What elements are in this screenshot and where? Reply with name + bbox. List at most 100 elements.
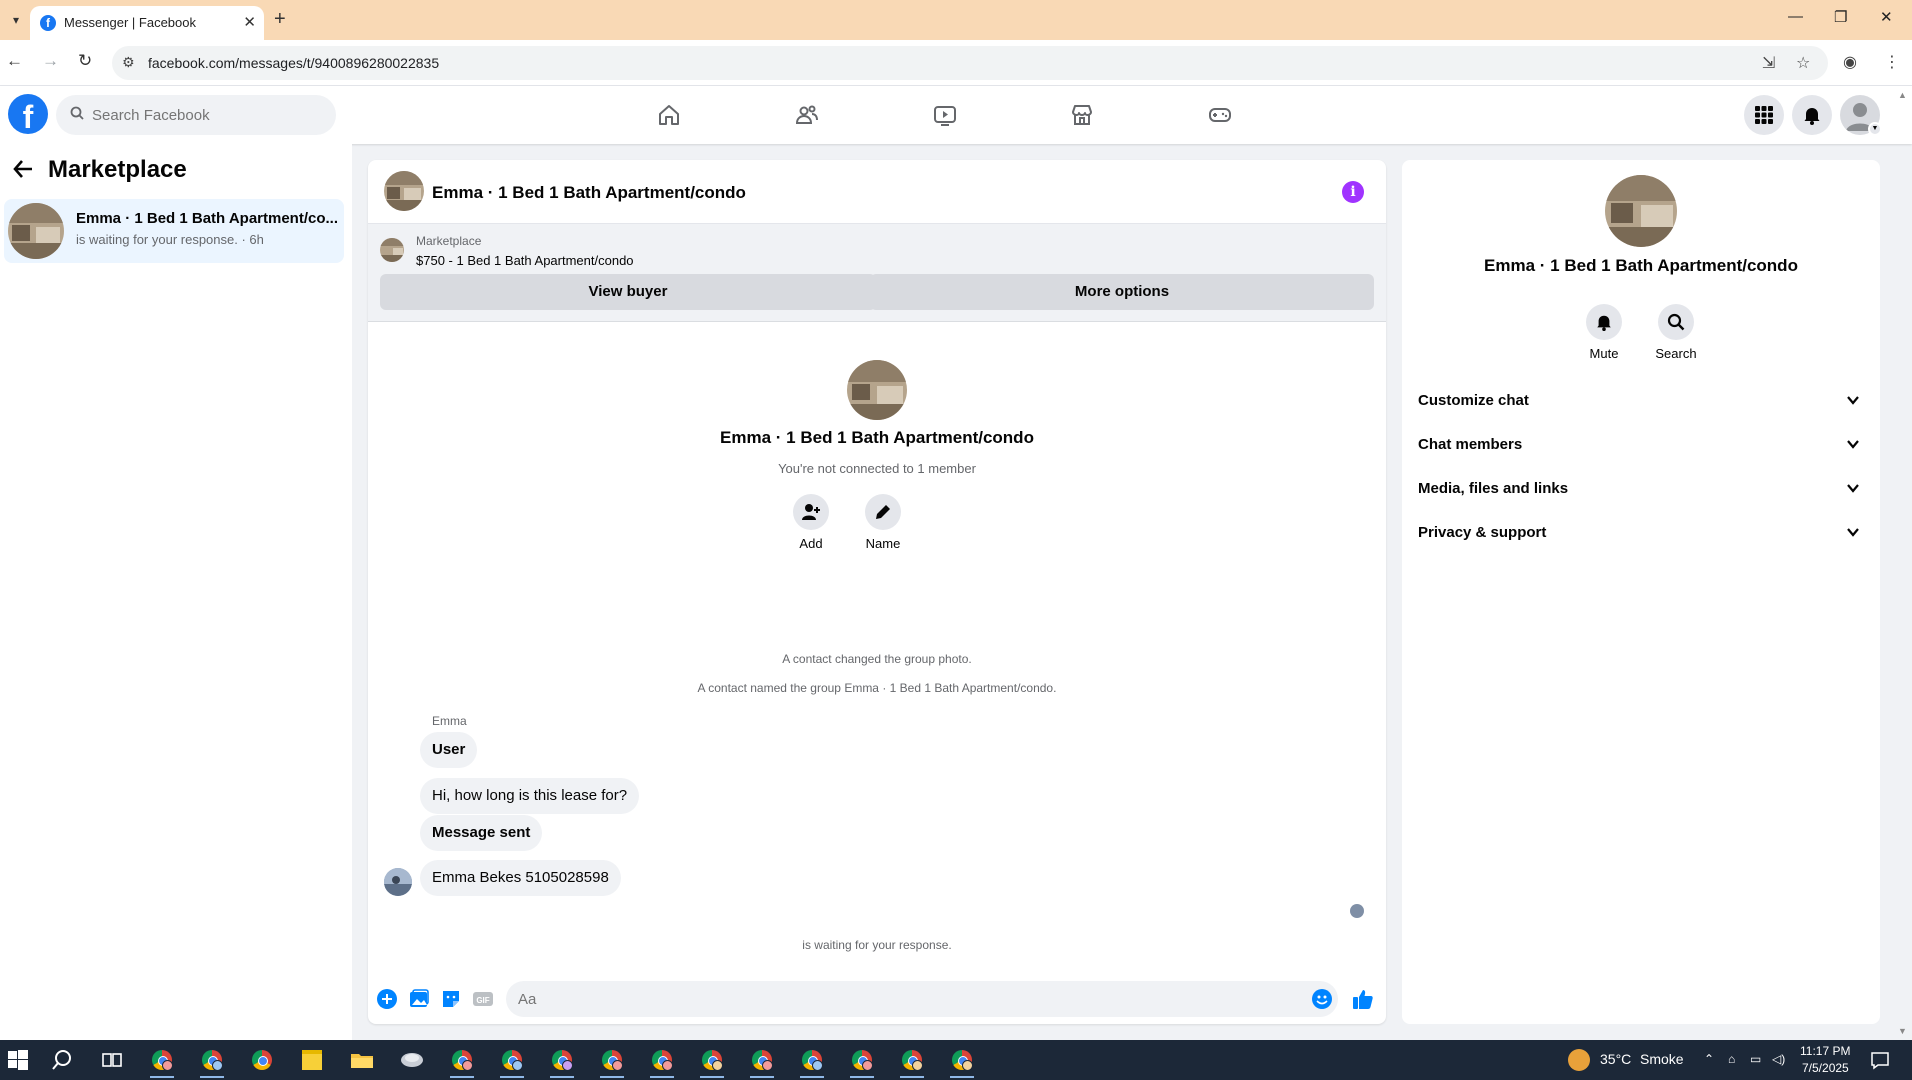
notification-center-icon[interactable] (1866, 1046, 1894, 1074)
view-buyer-button[interactable]: View buyer (380, 274, 876, 310)
message-input[interactable] (506, 981, 1338, 1017)
clock-date[interactable]: 7/5/2025 (1802, 1061, 1849, 1075)
restore-icon[interactable]: ❐ (1834, 8, 1847, 26)
mute-action[interactable]: Mute (1574, 304, 1634, 361)
new-tab-icon[interactable]: + (274, 8, 286, 31)
taskbar-chrome-icon[interactable] (548, 1046, 576, 1078)
account-caret-icon[interactable]: ▼ (1868, 122, 1882, 136)
taskbar-chrome-icon[interactable] (148, 1046, 176, 1078)
nav-friends-tab[interactable] (752, 86, 862, 144)
forward-icon[interactable]: → (42, 51, 59, 71)
show-hidden-icons[interactable]: ⌃ (1704, 1052, 1714, 1066)
taskbar-chrome-icon[interactable] (698, 1046, 726, 1078)
nav-video-tab[interactable] (890, 86, 1000, 144)
close-tab-icon[interactable]: ✕ (243, 13, 256, 31)
taskbar-chrome-icon[interactable] (598, 1046, 626, 1078)
taskbar-chrome-icon[interactable] (898, 1046, 926, 1078)
bookmark-star-icon[interactable]: ☆ (1796, 53, 1810, 73)
profile-icon[interactable]: ◉ (1843, 52, 1857, 72)
sender-avatar[interactable] (384, 868, 412, 896)
browser-tab[interactable]: f Messenger | Facebook ✕ (30, 6, 264, 40)
taskbar-chrome-icon[interactable] (798, 1046, 826, 1078)
name-group-action[interactable]: Name (853, 494, 913, 551)
more-options-button[interactable]: More options (870, 274, 1374, 310)
search-action[interactable]: Search (1646, 304, 1706, 361)
reload-icon[interactable]: ↻ (78, 51, 92, 71)
intro-subtitle: You're not connected to 1 member (778, 461, 976, 476)
temperature[interactable]: 35°C (1600, 1051, 1631, 1067)
taskbar-chrome-icon[interactable] (848, 1046, 876, 1078)
chat-avatar[interactable] (384, 171, 424, 211)
facebook-logo-icon[interactable]: f (8, 94, 48, 134)
taskbar-chrome-icon[interactable] (448, 1046, 476, 1078)
url-text[interactable]: facebook.com/messages/t/9400896280022835 (148, 55, 439, 71)
emoji-icon[interactable] (1312, 989, 1332, 1009)
chat-title[interactable]: Emma · 1 Bed 1 Bath Apartment/condo (432, 183, 746, 203)
gif-icon[interactable]: GIF (472, 988, 494, 1010)
search-icon[interactable] (1658, 304, 1694, 340)
clock-time[interactable]: 11:17 PM (1800, 1044, 1850, 1058)
details-avatar[interactable] (1605, 175, 1677, 247)
facebook-search-input[interactable] (92, 95, 322, 135)
task-view-icon[interactable] (98, 1046, 126, 1074)
back-icon[interactable]: ← (6, 51, 23, 71)
add-person-icon[interactable] (793, 494, 829, 530)
taskbar-chrome-icon[interactable] (748, 1046, 776, 1078)
install-app-icon[interactable]: ⇲ (1762, 53, 1775, 73)
url-field[interactable]: ⚙ facebook.com/messages/t/94008962800228… (112, 46, 1828, 80)
meet-now-icon[interactable]: ⌂ (1728, 1052, 1735, 1066)
menu-button[interactable] (1744, 95, 1784, 135)
site-settings-icon[interactable]: ⚙ (122, 54, 135, 71)
file-explorer-icon[interactable] (348, 1046, 376, 1074)
taskbar-chrome-icon[interactable] (648, 1046, 676, 1078)
message-bubble[interactable]: Hi, how long is this lease for? (420, 778, 640, 814)
listing-title[interactable]: $750 - 1 Bed 1 Bath Apartment/condo (416, 253, 634, 268)
weather-icon[interactable] (1568, 1049, 1590, 1071)
scroll-down-icon[interactable]: ▼ (1898, 1026, 1907, 1036)
network-icon[interactable]: ▭ (1750, 1052, 1761, 1066)
media-files-links-section[interactable]: Media, files and links (1410, 467, 1872, 511)
back-arrow-icon[interactable] (12, 158, 34, 187)
sticky-notes-icon[interactable] (298, 1046, 326, 1074)
thumbs-up-icon[interactable] (1352, 988, 1374, 1010)
info-icon[interactable]: i (1342, 181, 1364, 203)
chevron-down-icon (1847, 484, 1859, 493)
scroll-up-icon[interactable]: ▲ (1898, 90, 1907, 100)
minimize-icon[interactable]: — (1788, 8, 1803, 25)
nav-marketplace-tab[interactable] (1027, 86, 1137, 144)
taskbar-app-icon[interactable] (398, 1046, 426, 1074)
add-member-action[interactable]: Add (781, 494, 841, 551)
plus-icon[interactable] (376, 988, 398, 1010)
volume-icon[interactable]: ◁) (1772, 1052, 1785, 1066)
video-icon (934, 106, 956, 126)
nav-home-tab[interactable] (614, 86, 724, 144)
facebook-search[interactable] (56, 95, 336, 135)
tab-search-icon[interactable]: ▾ (6, 10, 26, 30)
notifications-button[interactable] (1792, 95, 1832, 135)
nav-gaming-tab[interactable] (1165, 86, 1275, 144)
taskbar-search-icon[interactable] (50, 1046, 78, 1074)
taskbar-chrome-icon[interactable] (248, 1046, 276, 1074)
sticker-icon[interactable] (440, 988, 462, 1010)
image-icon[interactable] (408, 988, 430, 1010)
close-window-icon[interactable]: ✕ (1880, 8, 1893, 26)
taskbar-chrome-icon[interactable] (198, 1046, 226, 1078)
pencil-icon[interactable] (865, 494, 901, 530)
message-bubble[interactable]: User (420, 732, 478, 768)
bell-icon[interactable] (1586, 304, 1622, 340)
intro-name: Emma · 1 Bed 1 Bath Apartment/condo (720, 428, 1034, 447)
chevron-down-icon (1847, 528, 1859, 537)
message-bubble[interactable]: Message sent (420, 815, 543, 851)
chat-members-section[interactable]: Chat members (1410, 423, 1872, 467)
chrome-menu-icon[interactable]: ⋮ (1884, 52, 1900, 72)
conversation-list-item[interactable]: Emma · 1 Bed 1 Bath Apartment/co... is w… (4, 199, 344, 263)
taskbar-chrome-icon[interactable] (942, 1040, 982, 1080)
customize-chat-section[interactable]: Customize chat (1410, 379, 1872, 423)
weather-condition[interactable]: Smoke (1640, 1051, 1684, 1067)
privacy-support-section[interactable]: Privacy & support (1410, 511, 1872, 555)
windows-start-icon[interactable] (8, 1050, 28, 1070)
message-bubble[interactable]: Emma Bekes 5105028598 (420, 860, 621, 896)
taskbar-chrome-icon[interactable] (498, 1046, 526, 1078)
facebook-top-nav: f ▼ ▲ (0, 86, 1912, 144)
chevron-down-icon (1847, 396, 1859, 405)
